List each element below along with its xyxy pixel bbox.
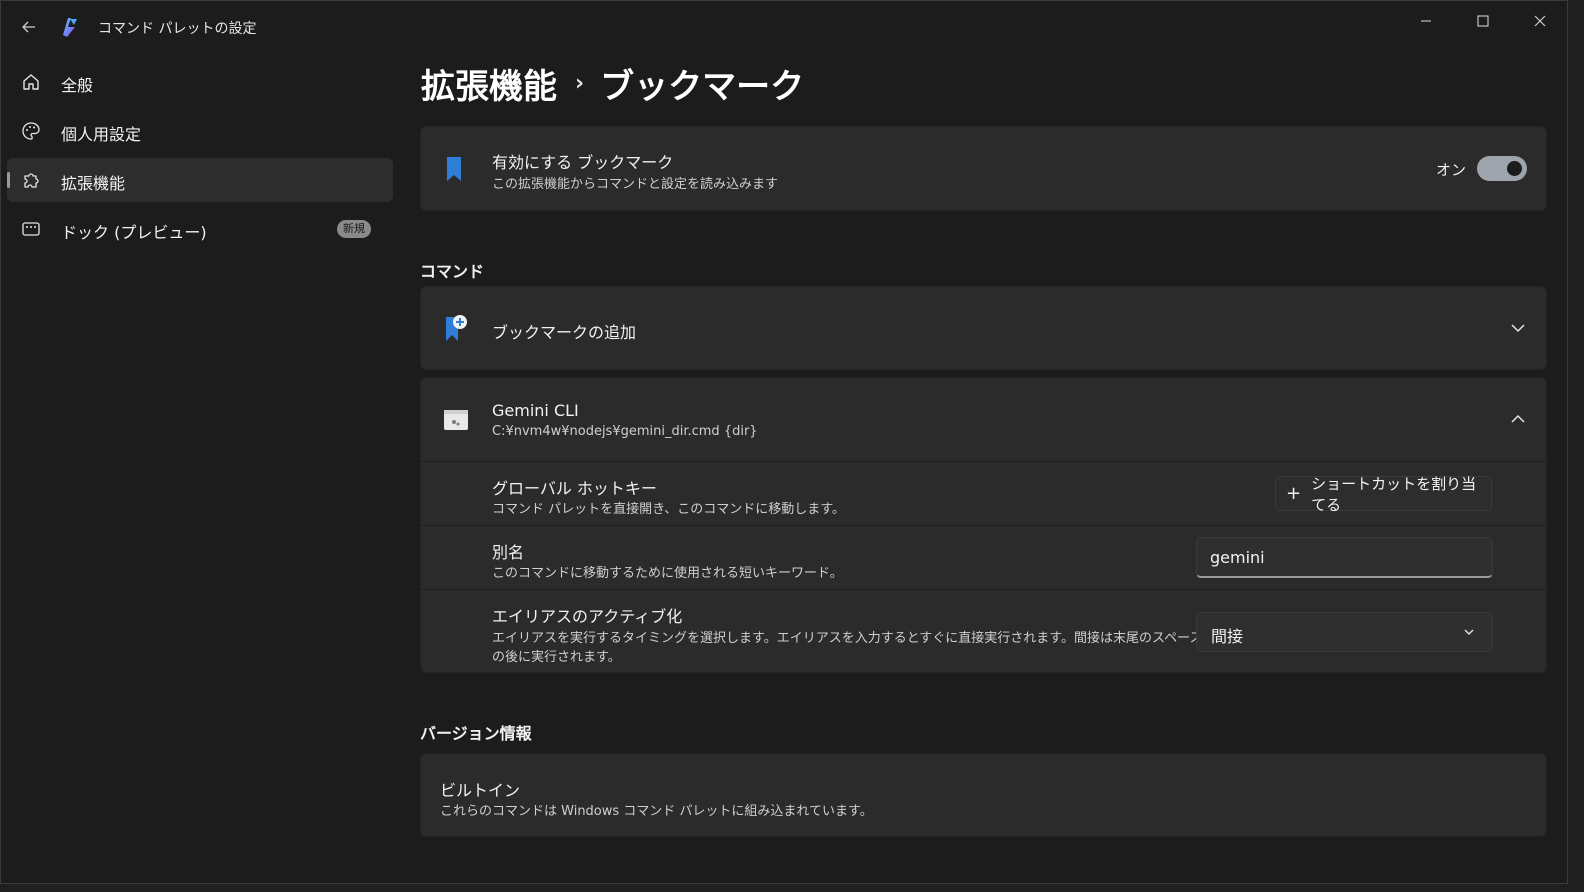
alias-activation-selected-value: 間接 [1211,627,1244,646]
sidebar-item-dock[interactable]: ドック (プレビュー) 新規 [7,207,393,251]
row-divider [420,589,1547,590]
bookmark-icon [447,157,461,181]
title-bar: コマンド パレットの設定 [1,1,1567,53]
toggle-knob [1507,161,1522,176]
hotkey-title: グローバル ホットキー [492,479,657,498]
puzzle-icon [24,173,39,188]
alias-activation-subtitle-line1: エイリアスを実行するタイミングを選択します。エイリアスを入力するとすぐに直接実行… [492,631,1203,646]
extension-enable-toggle[interactable] [1477,156,1527,181]
close-icon [1534,15,1546,27]
sidebar-item-extensions[interactable]: 拡張機能 [7,158,393,202]
sidebar-item-personalization[interactable]: 個人用設定 [7,109,393,153]
breadcrumb-separator: › [575,71,585,96]
minimize-button[interactable] [1406,9,1446,33]
back-arrow-icon [22,21,35,33]
sidebar-item-label: ドック (プレビュー) [61,223,207,242]
extension-enable-card: 有効にする ブックマーク この拡張機能からコマンドと設定を読み込みます [420,126,1547,211]
settings-window: コマンド パレットの設定 全般 個人用設定 拡張機能 ドック (プレビュー) 新… [0,0,1568,884]
row-divider [420,461,1547,462]
extension-subtitle: この拡張機能からコマンドと設定を読み込みます [492,177,779,192]
command-item-add-bookmark[interactable]: ブックマークの追加 [420,286,1547,370]
sidebar-item-general[interactable]: 全般 [7,60,393,104]
maximize-button[interactable] [1463,9,1503,33]
assign-shortcut-label: ショートカットを割り当てる [1311,474,1477,514]
chevron-down-icon [1464,629,1474,635]
command-title: Gemini CLI [492,401,579,420]
home-icon [23,74,39,90]
sidebar-item-label: 全般 [61,76,94,95]
alias-title: 別名 [492,543,525,562]
sidebar-item-label: 個人用設定 [61,125,142,144]
window-title: コマンド パレットの設定 [98,21,257,37]
breadcrumb-current: ブックマーク [600,67,805,107]
alias-activation-subtitle-line2: の後に実行されます。 [492,650,621,665]
back-button[interactable] [15,13,43,41]
alias-subtitle: このコマンドに移動するために使用される短いキーワード。 [492,566,843,581]
command-title: ブックマークの追加 [492,323,637,342]
version-info-card: ビルトイン これらのコマンドは Windows コマンド パレットに組み込まれて… [420,753,1547,837]
alias-activation-select[interactable]: 間接 [1196,612,1493,652]
chevron-up-icon[interactable] [1509,410,1527,428]
bookmark-add-icon [446,315,467,341]
toggle-state-label: オン [1436,161,1467,179]
terminal-icon [444,410,468,430]
alias-activation-title: エイリアスのアクティブ化 [492,607,683,626]
command-path: C:¥nvm4w¥nodejs¥gemini_dir.cmd {dir} [492,424,758,439]
new-badge: 新規 [337,220,371,238]
hotkey-subtitle: コマンド パレットを直接開き、このコマンドに移動します。 [492,502,845,517]
row-divider [420,525,1547,526]
palette-icon [22,122,40,140]
maximize-icon [1477,15,1489,27]
version-title: ビルトイン [440,781,521,800]
minimize-icon [1421,20,1431,22]
commands-section-header: コマンド [420,262,485,281]
breadcrumb: 拡張機能 › ブックマーク [421,59,804,108]
version-subtitle: これらのコマンドは Windows コマンド パレットに組み込まれています。 [440,804,873,819]
close-button[interactable] [1520,9,1560,33]
assign-shortcut-button[interactable]: + ショートカットを割り当てる [1275,475,1492,514]
alias-input[interactable] [1196,537,1493,578]
selection-indicator [7,172,10,188]
plus-icon: + [1286,482,1302,504]
breadcrumb-parent[interactable]: 拡張機能 [421,59,557,108]
command-palette-logo-icon [63,18,77,37]
extension-title: 有効にする ブックマーク [492,153,674,172]
chevron-down-icon[interactable] [1509,319,1527,337]
sidebar-item-label: 拡張機能 [61,174,126,193]
version-section-header: バージョン情報 [420,724,532,743]
dock-icon [22,222,40,236]
